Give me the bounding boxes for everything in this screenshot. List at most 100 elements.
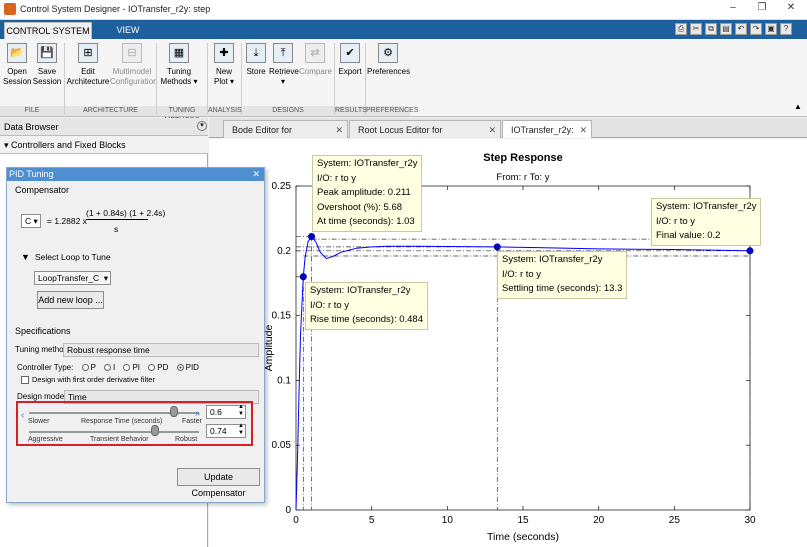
- close-icon[interactable]: ✕: [579, 121, 587, 139]
- collapse-ribbon-icon[interactable]: ▲: [794, 102, 802, 111]
- save-session-label-2: Session: [32, 77, 62, 86]
- window-layout-icon[interactable]: ▣: [765, 23, 777, 35]
- radio-pi[interactable]: [123, 364, 131, 372]
- select-loop-label: Select Loop to Tune: [35, 252, 111, 262]
- tuning-method-label: Tuning method:: [15, 345, 71, 354]
- maximize-button[interactable]: ❐: [752, 2, 772, 16]
- new-plot-button[interactable]: ✚ New Plot ▾: [209, 43, 239, 87]
- controller-type-row: Controller Type: P I PI PD PID: [17, 363, 199, 372]
- undo-icon[interactable]: ↶: [735, 23, 747, 35]
- y-tick-label: 0: [285, 505, 291, 516]
- fraction-bar: [86, 219, 148, 220]
- datatip-rise-time[interactable]: System: IOTransfer_r2y I/O: r to y Rise …: [305, 282, 428, 330]
- plot-title: Step Response: [483, 152, 562, 164]
- compensator-label: Compensator: [15, 185, 70, 195]
- y-tick-label: 0.05: [272, 440, 292, 451]
- tuning-method-select[interactable]: Robust response time: [63, 343, 259, 357]
- new-plot-icon: ✚: [214, 43, 234, 63]
- loop-select[interactable]: LoopTransfer_C ▾: [34, 271, 111, 285]
- y-tick-label: 0.15: [272, 311, 292, 322]
- copy-icon[interactable]: ⧉: [705, 23, 717, 35]
- save-icon: 💾: [37, 43, 57, 63]
- radio-pid[interactable]: [176, 364, 184, 372]
- ribbon-separator: [64, 43, 65, 115]
- export-button[interactable]: ✔ Export: [336, 43, 364, 77]
- open-session-button[interactable]: 📂 Open Session: [3, 43, 31, 87]
- datatip-line: I/O: r to y: [502, 268, 542, 280]
- highlight-box: [16, 401, 253, 446]
- compare-button[interactable]: ⇄ Compare: [299, 43, 332, 77]
- tab-view[interactable]: VIEW: [100, 22, 156, 39]
- store-icon: ⤓: [246, 43, 266, 63]
- help-icon[interactable]: ?: [780, 23, 792, 35]
- architecture-icon: ⊞: [78, 43, 98, 63]
- compare-icon: ⇄: [305, 43, 325, 63]
- store-label: Store: [246, 67, 266, 76]
- datatip-line: System: IOTransfer_r2y: [310, 285, 411, 296]
- tuning-methods-button[interactable]: ▦ Tuning Methods ▾: [158, 43, 200, 87]
- open-session-label-2: Session: [3, 77, 32, 86]
- new-plot-label-2: Plot ▾: [213, 77, 235, 86]
- edit-architecture-label-2: Architecture: [66, 77, 110, 86]
- pid-tuning-dialog: PID Tuning ✕ Compensator C ▾ = 1.2882 x …: [6, 167, 265, 503]
- x-tick-label: 0: [293, 515, 299, 526]
- derivative-filter-checkbox[interactable]: [21, 376, 29, 384]
- close-window-button[interactable]: ✕: [781, 2, 801, 16]
- add-new-loop-button[interactable]: Add new loop ...: [37, 291, 104, 309]
- radio-i[interactable]: [104, 364, 111, 372]
- controllers-section-header[interactable]: ▾ Controllers and Fixed Blocks: [0, 136, 208, 154]
- datatip-final-value[interactable]: System: IOTransfer_r2y I/O: r to y Final…: [651, 198, 762, 246]
- cut-icon[interactable]: ✂: [690, 23, 702, 35]
- tab-bode-editor[interactable]: Bode Editor for LoopTransfer_C✕: [223, 120, 348, 153]
- edit-architecture-button[interactable]: ⊞ Edit Architecture: [66, 43, 110, 87]
- redo-icon[interactable]: ↷: [750, 23, 762, 35]
- close-icon[interactable]: ✕: [252, 168, 260, 181]
- tuning-methods-label-2: Methods ▾: [160, 77, 198, 86]
- step-response-plot-area[interactable]: Step Response From: r To: y 0 5 10 15 20 25 30 0 0…: [209, 139, 807, 547]
- minimize-button[interactable]: –: [723, 2, 743, 16]
- radio-pd[interactable]: [148, 364, 156, 372]
- datatip-settling-time[interactable]: System: IOTransfer_r2y I/O: r to y Settl…: [497, 251, 628, 299]
- new-plot-label: New: [215, 67, 232, 76]
- paste-icon[interactable]: ▤: [720, 23, 732, 35]
- pid-dialog-title-bar[interactable]: PID Tuning ✕: [7, 168, 264, 181]
- update-compensator-button[interactable]: Update Compensator: [177, 468, 260, 498]
- close-icon[interactable]: ✕: [335, 121, 343, 139]
- expand-triangle-icon[interactable]: ▼: [21, 252, 30, 262]
- compensator-select[interactable]: C ▾: [21, 214, 41, 228]
- datatip-line: Settling time (seconds): 13.3: [502, 283, 623, 294]
- compensator-select-value: C: [25, 216, 32, 226]
- preferences-button[interactable]: ⚙ Preferences: [367, 43, 410, 77]
- datatip-line: System: IOTransfer_r2y: [502, 254, 603, 265]
- y-tick-label: 0.2: [277, 246, 291, 257]
- datatip-line: System: IOTransfer_r2y: [317, 158, 418, 169]
- multimodel-configuration-button[interactable]: ⊟ Multimodel Configuration: [110, 43, 158, 87]
- y-tick-label: 0.25: [272, 181, 292, 192]
- group-label-tuning-methods: TUNING METHODS: [157, 106, 207, 124]
- close-icon[interactable]: ✕: [488, 121, 496, 139]
- export-icon: ✔: [340, 43, 360, 63]
- x-tick-label: 5: [369, 515, 375, 526]
- panel-options-icon[interactable]: ▾: [197, 121, 207, 131]
- print-icon[interactable]: ⎙: [675, 23, 687, 35]
- x-tick-label: 10: [442, 515, 454, 526]
- tab-control-system[interactable]: CONTROL SYSTEM: [4, 22, 92, 39]
- retrieve-label: Retrieve: [269, 67, 299, 76]
- tab-step-response[interactable]: IOTransfer_r2y: step✕: [502, 120, 592, 153]
- title-bar: Control System Designer - IOTransfer_r2y…: [0, 0, 807, 20]
- ribbon-separator: [334, 43, 335, 115]
- datatip-peak[interactable]: System: IOTransfer_r2y I/O: r to y Peak …: [312, 155, 423, 232]
- data-point-marker: [746, 247, 754, 255]
- plot-subtitle: From: r To: y: [496, 172, 549, 183]
- controller-type-label: Controller Type:: [17, 363, 74, 372]
- radio-pi-label: PI: [132, 363, 141, 372]
- save-session-button[interactable]: 💾 Save Session: [32, 43, 62, 87]
- retrieve-button[interactable]: ⤒ Retrieve ▾: [269, 43, 299, 87]
- pid-dialog-title: PID Tuning: [9, 169, 54, 179]
- ribbon-separator: [241, 43, 242, 115]
- radio-p[interactable]: [81, 364, 89, 372]
- tuning-methods-label: Tuning: [166, 67, 192, 76]
- tab-root-locus-editor[interactable]: Root Locus Editor for LoopTransfer_C✕: [349, 120, 501, 153]
- multimodel-label: Multimodel: [112, 67, 152, 76]
- store-button[interactable]: ⤓ Store: [243, 43, 269, 77]
